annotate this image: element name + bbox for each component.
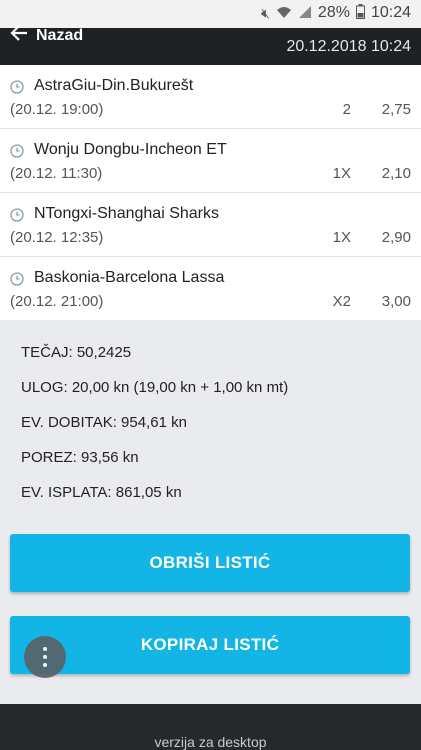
clock-icon — [10, 208, 24, 222]
clock-icon — [10, 272, 24, 286]
status-bar-right: 🔇︎ 28% 10:24 — [261, 4, 411, 22]
dobitak-text: EV. DOBITAK: 954,61 kn — [21, 414, 187, 431]
battery-icon — [355, 4, 365, 22]
clock-icon — [10, 144, 24, 158]
match-list: AstraGiu-Din.Bukurešt (20.12. 19:00) 2 2… — [0, 65, 421, 320]
back-label: Nazad — [36, 26, 84, 44]
delete-ticket-button[interactable]: OBRIŠI LISTIĆ — [10, 534, 410, 592]
list-item: NTongxi-Shanghai Sharks (20.12. 12:35) 1… — [0, 193, 421, 257]
mute-icon: 🔇︎ — [261, 4, 270, 21]
more-vertical-icon — [43, 645, 47, 669]
match-time: (20.12. 21:00) — [10, 293, 104, 310]
wifi-icon — [276, 5, 292, 22]
match-teams: AstraGiu-Din.Bukurešt — [34, 77, 194, 94]
match-odd: 2,75 — [381, 101, 411, 118]
back-button[interactable]: Nazad — [10, 24, 83, 47]
signal-icon — [298, 5, 312, 22]
match-time: (20.12. 11:30) — [10, 165, 103, 182]
match-odd: 3,00 — [381, 293, 411, 310]
list-item: Wonju Dongbu-Incheon ET (20.12. 11:30) 1… — [0, 129, 421, 193]
match-odd: 2,10 — [381, 165, 411, 182]
match-teams: Baskonia-Barcelona Lassa — [34, 269, 225, 286]
match-teams: NTongxi-Shanghai Sharks — [34, 205, 219, 222]
desktop-version-link[interactable]: verzija za desktop — [0, 734, 421, 750]
list-item: AstraGiu-Din.Bukurešt (20.12. 19:00) 2 2… — [0, 65, 421, 129]
status-time: 10:24 — [370, 4, 411, 21]
list-item: Baskonia-Barcelona Lassa (20.12. 21:00) … — [0, 257, 421, 320]
copy-ticket-button[interactable]: KOPIRAJ LISTIĆ — [10, 616, 410, 674]
match-odd: 2,90 — [381, 229, 411, 246]
footer: verzija za desktop — [0, 704, 421, 750]
isplata-text: EV. ISPLATA: 861,05 kn — [21, 484, 182, 501]
porez-text: POREZ: 93,56 kn — [21, 449, 139, 466]
ulog-text: ULOG: 20,00 kn (19,00 kn + 1,00 kn mt) — [21, 379, 289, 396]
battery-percent: 28% — [317, 4, 350, 21]
match-time: (20.12. 19:00) — [10, 101, 104, 118]
match-tip: 1X — [332, 165, 351, 182]
arrow-left-icon — [10, 24, 28, 47]
tecaj-text: TEČAJ: 50,2425 — [21, 344, 132, 361]
match-teams: Wonju Dongbu-Incheon ET — [34, 141, 227, 158]
clock-icon — [10, 80, 24, 94]
match-tip: X2 — [332, 293, 351, 310]
match-tip: 1X — [332, 229, 351, 246]
ticket-datetime: 20.12.2018 10:24 — [286, 38, 411, 55]
more-options-button[interactable] — [24, 636, 66, 678]
match-tip: 2 — [342, 101, 351, 118]
app-bar: Nazad 20.12.2018 10:24 — [0, 25, 421, 65]
match-time: (20.12. 12:35) — [10, 229, 104, 246]
